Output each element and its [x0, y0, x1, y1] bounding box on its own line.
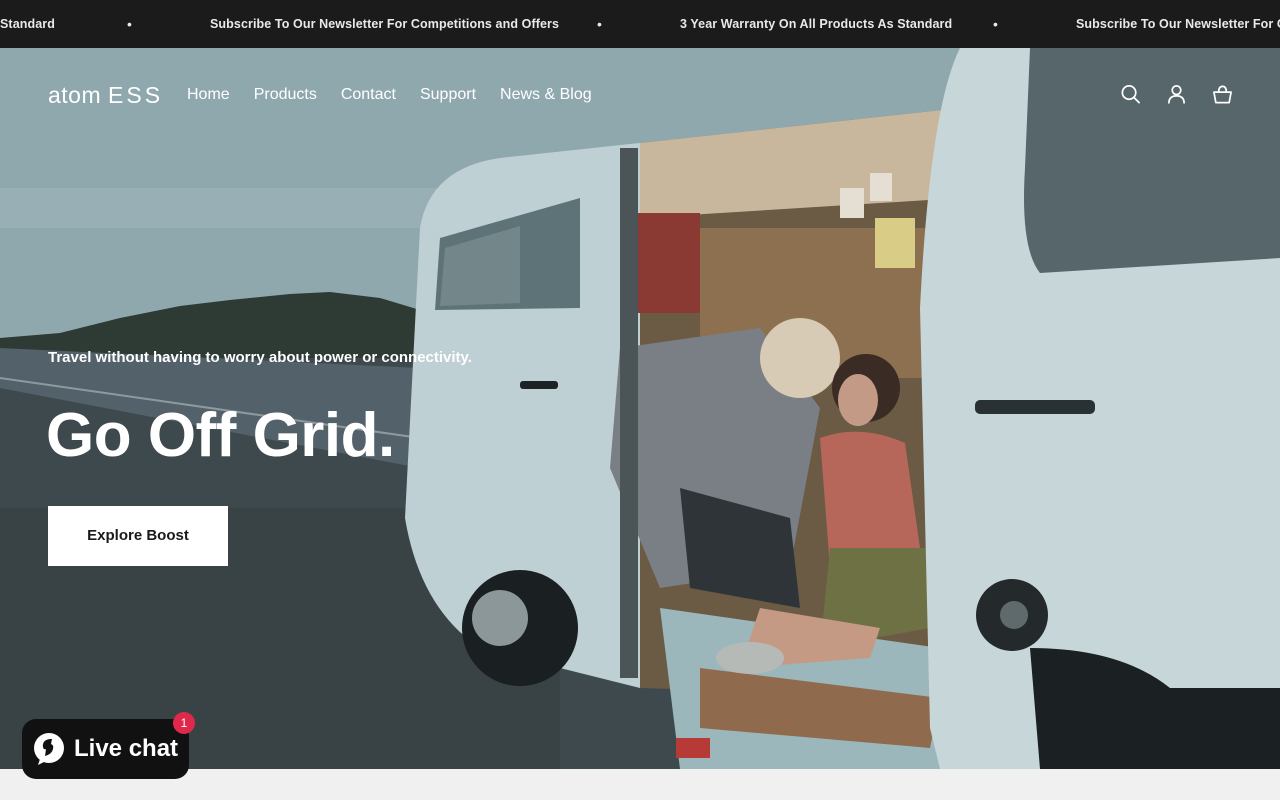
- cart-icon[interactable]: [1212, 83, 1233, 105]
- hero-headline: Go Off Grid.: [46, 401, 395, 470]
- announcement-bar: Standard • Subscribe To Our Newsletter F…: [0, 0, 1280, 48]
- logo-ess-mark: ESS: [108, 82, 164, 108]
- header-actions: [1120, 83, 1233, 105]
- chat-notification-badge: 1: [173, 712, 195, 734]
- hero-subtitle: Travel without having to worry about pow…: [48, 349, 472, 366]
- search-icon[interactable]: [1120, 83, 1141, 105]
- nav-products[interactable]: Products: [254, 82, 317, 108]
- announcement-separator: •: [127, 16, 132, 32]
- live-chat-label: Live chat: [74, 735, 179, 762]
- chat-bubble-icon: [34, 733, 64, 765]
- announcement-separator: •: [597, 16, 602, 32]
- nav-contact[interactable]: Contact: [341, 82, 396, 108]
- logo-wordmark: atom: [48, 82, 102, 108]
- explore-boost-button[interactable]: Explore Boost: [48, 506, 228, 566]
- announcement-text[interactable]: Subscribe To Our Newsletter For Competit…: [210, 0, 559, 48]
- main-nav: Home Products Contact Support News & Blo…: [187, 82, 616, 108]
- announcement-text: Standard: [0, 17, 55, 31]
- live-chat-button[interactable]: Live chat: [22, 719, 189, 779]
- nav-news-blog[interactable]: News & Blog: [500, 82, 592, 108]
- site-logo[interactable]: atom ESS: [48, 81, 164, 109]
- account-icon[interactable]: [1166, 83, 1187, 105]
- announcement-text[interactable]: Subscribe To Our Newsletter For Comp: [1076, 0, 1280, 48]
- nav-support[interactable]: Support: [420, 82, 476, 108]
- announcement-text: 3 Year Warranty On All Products As Stand…: [680, 17, 953, 31]
- announcement-separator: •: [993, 16, 998, 32]
- nav-home[interactable]: Home: [187, 82, 230, 108]
